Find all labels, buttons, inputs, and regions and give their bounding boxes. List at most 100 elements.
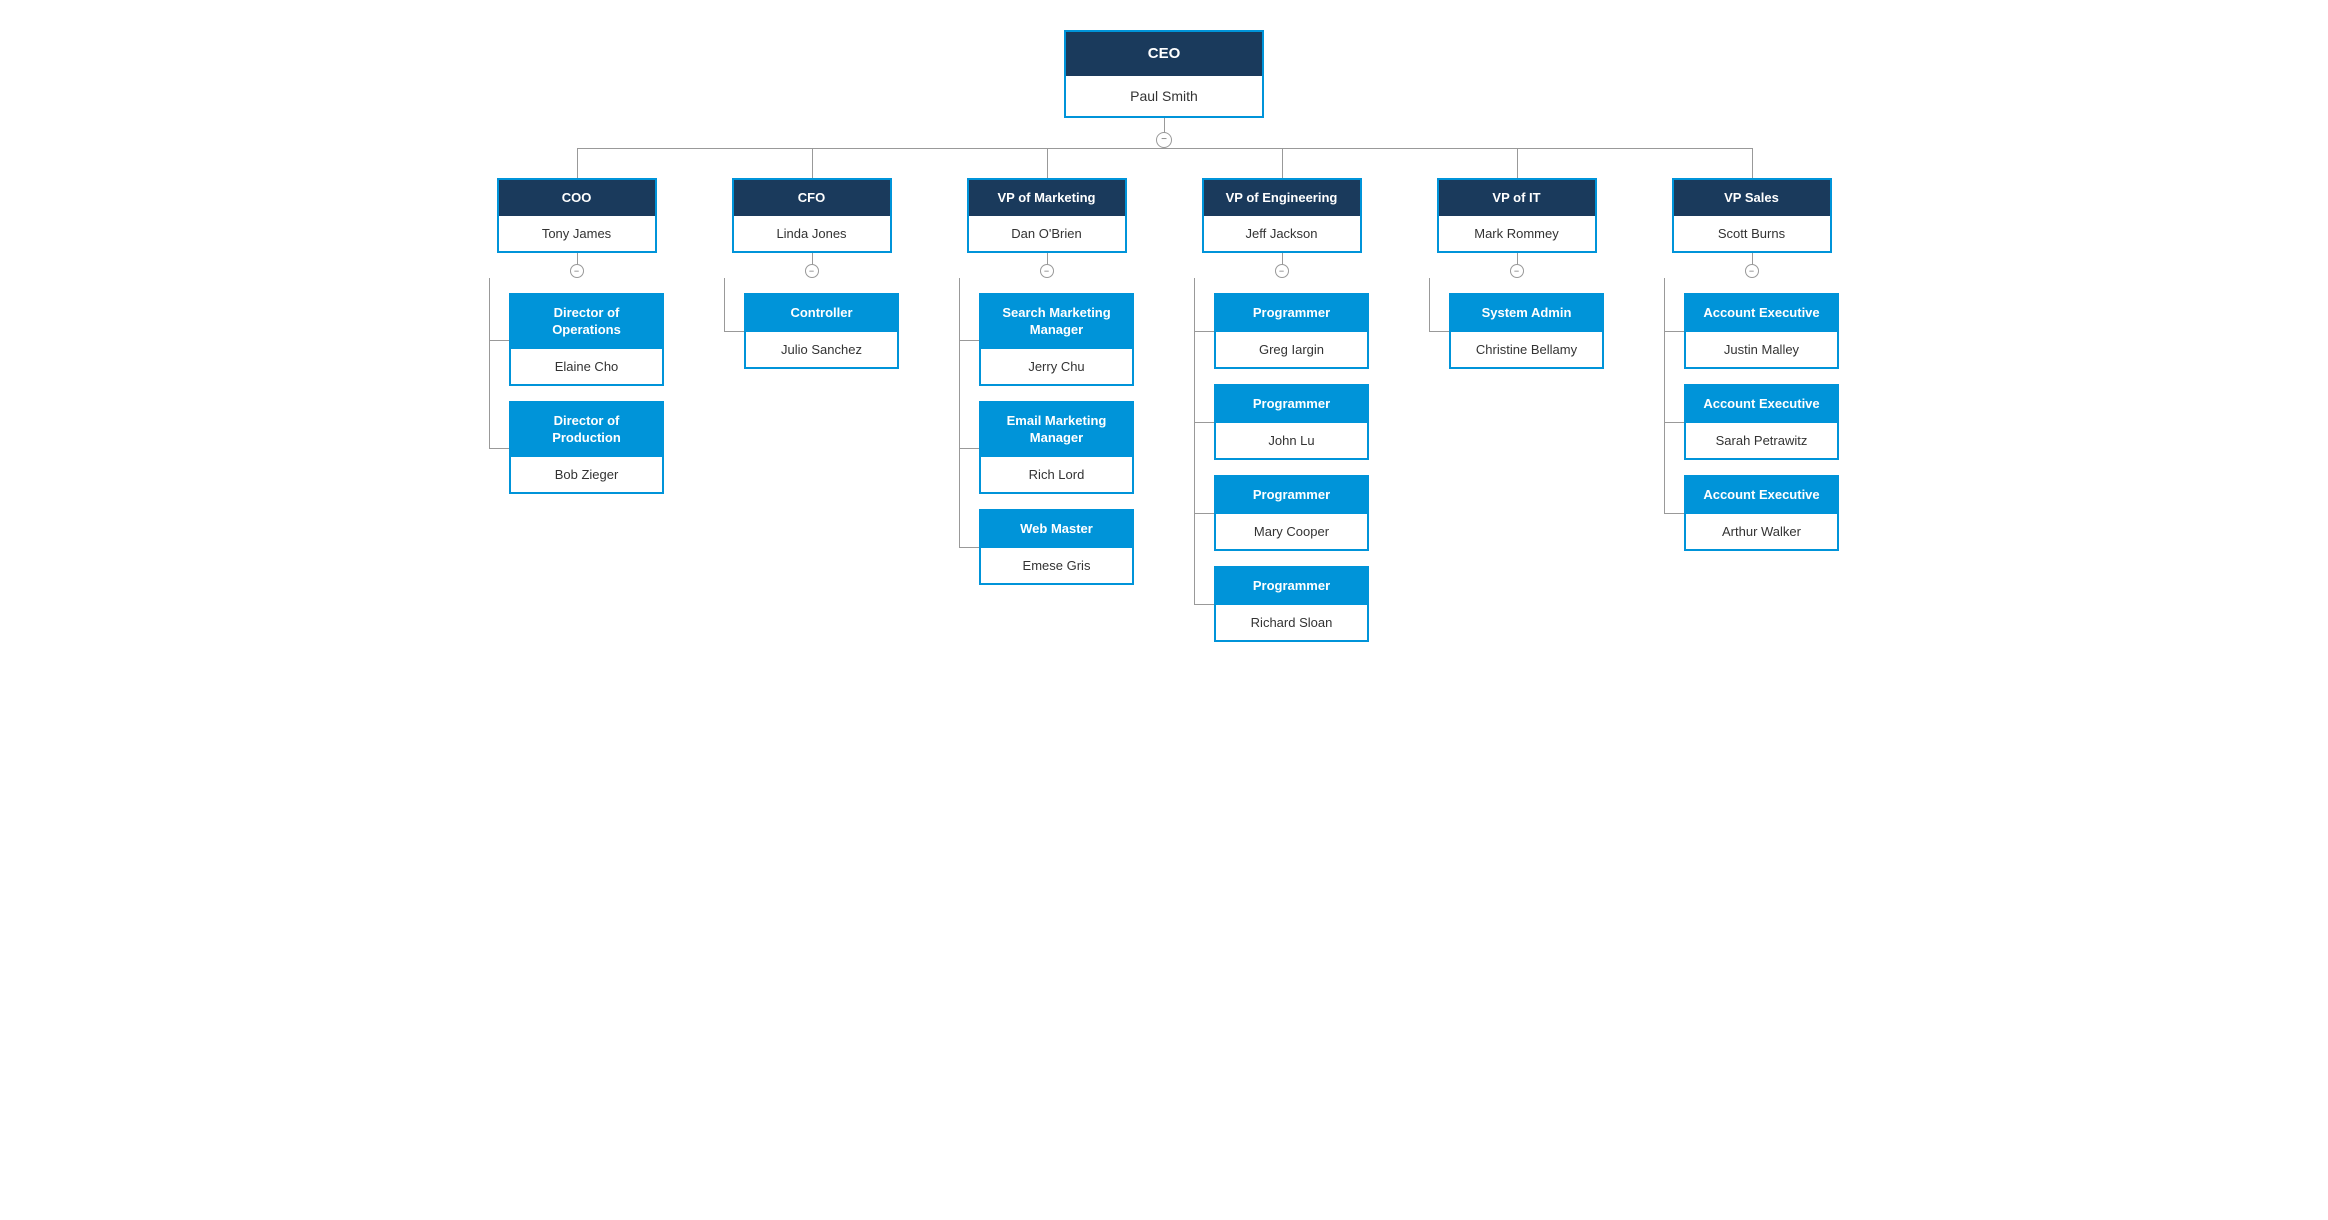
child-title-vp-sales-0: Account Executive <box>1686 295 1837 332</box>
child-title-vp-sales-2: Account Executive <box>1686 477 1837 514</box>
child-row-cfo-0: ControllerJulio Sanchez <box>744 293 899 369</box>
children-vp-marketing: Search Marketing ManagerJerry Chu Email M… <box>959 278 1134 584</box>
l2-node-wrap-vp-sales: VP SalesScott Burns−Account ExecutiveJus… <box>1664 178 1839 552</box>
child-name-vp-sales-0: Justin Malley <box>1686 332 1837 367</box>
l2-node-wrap-vp-marketing: VP of MarketingDan O'Brien−Search Market… <box>959 178 1134 585</box>
vp-node-vp-it: VP of ITMark Rommey <box>1437 178 1597 254</box>
children-coo: Director of OperationsElaine ChoDirector… <box>489 278 664 494</box>
vp-title-vp-sales: VP Sales <box>1674 180 1830 217</box>
l2-row: COOTony James−Director of OperationsElai… <box>20 148 2308 642</box>
vp-name-vp-it: Mark Rommey <box>1439 216 1595 251</box>
child-title-vp-engineering-3: Programmer <box>1216 568 1367 605</box>
child-node-vp-marketing-2: Web MasterEmese Gris <box>979 509 1134 585</box>
ceo-level: CEO Paul Smith <box>20 30 2308 118</box>
child-title-vp-marketing-1: Email Marketing Manager <box>981 403 1132 457</box>
child-row-vp-sales-2: Account ExecutiveArthur Walker <box>1684 475 1839 551</box>
child-row-vp-engineering-1: ProgrammerJohn Lu <box>1214 384 1369 460</box>
child-name-cfo-0: Julio Sanchez <box>746 332 897 367</box>
child-name-coo-0: Elaine Cho <box>511 349 662 384</box>
ceo-title: CEO <box>1066 32 1262 76</box>
child-title-vp-sales-1: Account Executive <box>1686 386 1837 423</box>
child-node-vp-sales-1: Account ExecutiveSarah Petrawitz <box>1684 384 1839 460</box>
ceo-name: Paul Smith <box>1066 76 1262 116</box>
child-row-vp-engineering-0: ProgrammerGreg Iargin <box>1214 293 1369 369</box>
child-node-cfo-0: ControllerJulio Sanchez <box>744 293 899 369</box>
l2-col-vp-it: VP of ITMark Rommey − System AdminChristin… <box>1399 148 1634 642</box>
l2-col-cfo: CFOLinda Jones − ControllerJulio Sanchez <box>694 148 929 642</box>
child-title-coo-1: Director of Production <box>511 403 662 457</box>
l2-col-vp-sales: VP SalesScott Burns−Account ExecutiveJus… <box>1634 148 1869 642</box>
vp-node-vp-sales: VP SalesScott Burns <box>1672 178 1832 254</box>
sub-connector-vp-marketing: − <box>959 253 1134 278</box>
child-node-vp-marketing-0: Search Marketing ManagerJerry Chu <box>979 293 1134 386</box>
child-row-coo-1: Director of ProductionBob Zieger <box>509 401 664 494</box>
vp-title-vp-engineering: VP of Engineering <box>1204 180 1360 217</box>
vp-node-vp-engineering: VP of EngineeringJeff Jackson <box>1202 178 1362 254</box>
l2-horizontal-line <box>577 148 1752 149</box>
l2-col-vp-marketing: VP of MarketingDan O'Brien−Search Market… <box>929 148 1164 642</box>
sub-collapse-vp-it[interactable]: − <box>1510 264 1524 278</box>
child-node-vp-sales-2: Account ExecutiveArthur Walker <box>1684 475 1839 551</box>
l2-node-wrap-cfo: CFOLinda Jones − ControllerJulio Sanchez <box>724 178 899 370</box>
vp-name-coo: Tony James <box>499 216 655 251</box>
vp-node-vp-marketing: VP of MarketingDan O'Brien <box>967 178 1127 254</box>
child-row-vp-engineering-2: ProgrammerMary Cooper <box>1214 475 1369 551</box>
children-cfo: ControllerJulio Sanchez <box>724 278 899 369</box>
child-node-vp-marketing-1: Email Marketing ManagerRich Lord <box>979 401 1134 494</box>
child-title-vp-it-0: System Admin <box>1451 295 1602 332</box>
child-row-vp-marketing-2: Web MasterEmese Gris <box>979 509 1134 585</box>
sub-collapse-vp-engineering[interactable]: − <box>1275 264 1289 278</box>
children-vp-engineering: ProgrammerGreg IarginProgrammerJohn LuPr… <box>1194 278 1369 642</box>
child-title-vp-engineering-1: Programmer <box>1216 386 1367 423</box>
child-title-vp-engineering-2: Programmer <box>1216 477 1367 514</box>
child-name-vp-sales-1: Sarah Petrawitz <box>1686 423 1837 458</box>
child-node-coo-1: Director of ProductionBob Zieger <box>509 401 664 494</box>
child-title-coo-0: Director of Operations <box>511 295 662 349</box>
child-node-coo-0: Director of OperationsElaine Cho <box>509 293 664 386</box>
ceo-connector: − <box>20 118 2308 148</box>
l2-node-wrap-vp-it: VP of ITMark Rommey − System AdminChristin… <box>1429 178 1604 370</box>
vp-name-vp-engineering: Jeff Jackson <box>1204 216 1360 251</box>
child-node-vp-engineering-0: ProgrammerGreg Iargin <box>1214 293 1369 369</box>
child-row-vp-sales-1: Account ExecutiveSarah Petrawitz <box>1684 384 1839 460</box>
sub-connector-vp-engineering: − <box>1194 253 1369 278</box>
children-vp-sales: Account ExecutiveJustin MalleyAccount Ex… <box>1664 278 1839 551</box>
l2-col-vp-engineering: VP of EngineeringJeff Jackson − Programmer… <box>1164 148 1399 642</box>
sub-connector-coo: − <box>489 253 664 278</box>
child-name-coo-1: Bob Zieger <box>511 457 662 492</box>
child-node-vp-engineering-1: ProgrammerJohn Lu <box>1214 384 1369 460</box>
children-vp-it: System AdminChristine Bellamy <box>1429 278 1604 369</box>
vp-title-vp-marketing: VP of Marketing <box>969 180 1125 217</box>
ceo-collapse-icon[interactable]: − <box>1156 132 1172 148</box>
child-name-vp-it-0: Christine Bellamy <box>1451 332 1602 367</box>
child-row-vp-marketing-0: Search Marketing ManagerJerry Chu <box>979 293 1134 386</box>
child-row-coo-0: Director of OperationsElaine Cho <box>509 293 664 386</box>
child-node-vp-it-0: System AdminChristine Bellamy <box>1449 293 1604 369</box>
child-node-vp-engineering-2: ProgrammerMary Cooper <box>1214 475 1369 551</box>
child-row-vp-engineering-3: ProgrammerRichard Sloan <box>1214 566 1369 642</box>
child-name-vp-engineering-0: Greg Iargin <box>1216 332 1367 367</box>
ceo-node: CEO Paul Smith <box>1064 30 1264 118</box>
sub-collapse-coo[interactable]: − <box>570 264 584 278</box>
child-name-vp-engineering-2: Mary Cooper <box>1216 514 1367 549</box>
child-node-vp-engineering-3: ProgrammerRichard Sloan <box>1214 566 1369 642</box>
sub-collapse-cfo[interactable]: − <box>805 264 819 278</box>
child-node-vp-sales-0: Account ExecutiveJustin Malley <box>1684 293 1839 369</box>
vp-title-cfo: CFO <box>734 180 890 217</box>
child-name-vp-engineering-1: John Lu <box>1216 423 1367 458</box>
child-title-cfo-0: Controller <box>746 295 897 332</box>
child-row-vp-it-0: System AdminChristine Bellamy <box>1449 293 1604 369</box>
sub-collapse-vp-marketing[interactable]: − <box>1040 264 1054 278</box>
l2-col-coo: COOTony James−Director of OperationsElai… <box>459 148 694 642</box>
child-title-vp-marketing-0: Search Marketing Manager <box>981 295 1132 349</box>
sub-collapse-vp-sales[interactable]: − <box>1745 264 1759 278</box>
vp-name-cfo: Linda Jones <box>734 216 890 251</box>
sub-connector-vp-sales: − <box>1664 253 1839 278</box>
sub-connector-cfo: − <box>724 253 899 278</box>
child-name-vp-engineering-3: Richard Sloan <box>1216 605 1367 640</box>
child-row-vp-marketing-1: Email Marketing ManagerRich Lord <box>979 401 1134 494</box>
vp-name-vp-sales: Scott Burns <box>1674 216 1830 251</box>
l2-node-wrap-vp-engineering: VP of EngineeringJeff Jackson − Programmer… <box>1194 178 1369 642</box>
l2-node-wrap-coo: COOTony James−Director of OperationsElai… <box>489 178 664 494</box>
vp-node-cfo: CFOLinda Jones <box>732 178 892 254</box>
